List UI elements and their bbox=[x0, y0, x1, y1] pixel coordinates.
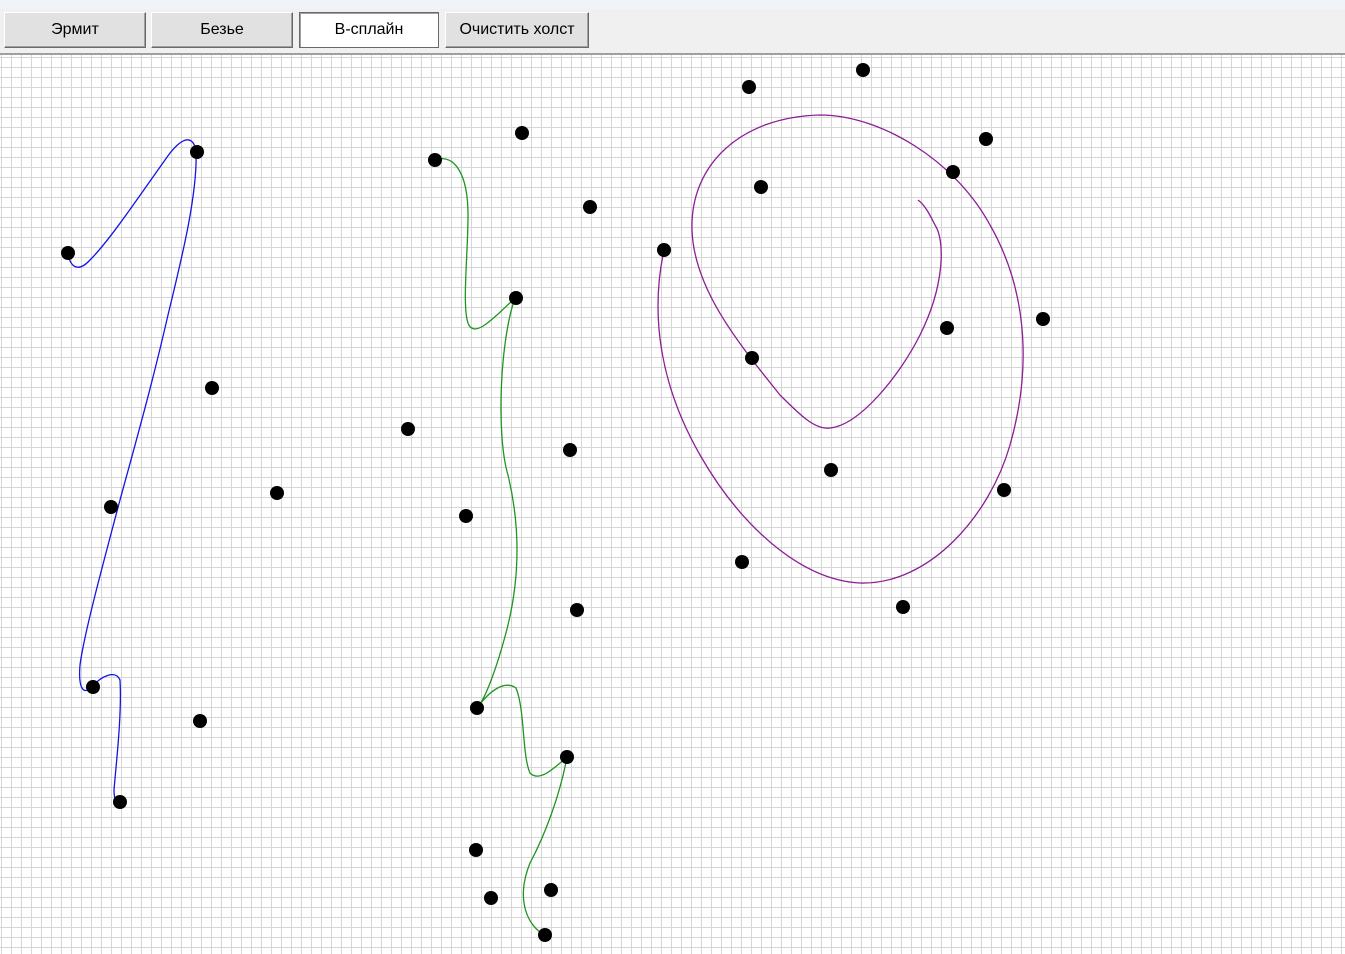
bspline-group bbox=[657, 63, 1050, 614]
control-point[interactable] bbox=[459, 509, 473, 523]
control-point[interactable] bbox=[104, 500, 118, 514]
control-point[interactable] bbox=[61, 246, 75, 260]
bspline-button[interactable]: B-сплайн bbox=[299, 12, 439, 48]
control-point[interactable] bbox=[979, 132, 993, 146]
clear-canvas-button[interactable]: Очистить холст bbox=[445, 12, 589, 48]
bezier-button[interactable]: Безье bbox=[151, 12, 293, 48]
control-point[interactable] bbox=[742, 80, 756, 94]
bezier-control-points bbox=[401, 126, 597, 942]
control-point[interactable] bbox=[190, 145, 204, 159]
control-point[interactable] bbox=[401, 422, 415, 436]
control-point[interactable] bbox=[583, 200, 597, 214]
control-point[interactable] bbox=[86, 680, 100, 694]
control-point[interactable] bbox=[745, 351, 759, 365]
hermite-curve bbox=[67, 139, 197, 805]
control-point[interactable] bbox=[896, 600, 910, 614]
control-point[interactable] bbox=[946, 165, 960, 179]
control-point[interactable] bbox=[509, 291, 523, 305]
control-point[interactable] bbox=[754, 180, 768, 194]
control-point[interactable] bbox=[560, 750, 574, 764]
bezier-curve-group bbox=[401, 126, 597, 942]
control-point[interactable] bbox=[469, 843, 483, 857]
control-point[interactable] bbox=[856, 63, 870, 77]
control-point[interactable] bbox=[735, 555, 749, 569]
window-top-strip bbox=[0, 0, 1345, 9]
bspline-curve bbox=[657, 114, 1024, 584]
drawing-surface[interactable] bbox=[0, 55, 1345, 954]
control-point[interactable] bbox=[657, 243, 671, 257]
hermite-button[interactable]: Эрмит bbox=[4, 12, 146, 48]
control-point[interactable] bbox=[544, 883, 558, 897]
control-point[interactable] bbox=[270, 486, 284, 500]
control-point[interactable] bbox=[997, 483, 1011, 497]
hermite-spline bbox=[61, 139, 284, 809]
control-point[interactable] bbox=[515, 126, 529, 140]
bezier-curve bbox=[434, 158, 568, 936]
app-window: Эрмит Безье B-сплайн Очистить холст bbox=[0, 0, 1345, 954]
control-point[interactable] bbox=[940, 321, 954, 335]
control-point[interactable] bbox=[570, 603, 584, 617]
hermite-control-points bbox=[61, 145, 284, 809]
control-point[interactable] bbox=[1036, 312, 1050, 326]
control-point[interactable] bbox=[484, 891, 498, 905]
control-point[interactable] bbox=[428, 153, 442, 167]
bspline-control-points bbox=[657, 63, 1050, 614]
control-point[interactable] bbox=[470, 701, 484, 715]
control-point[interactable] bbox=[205, 381, 219, 395]
control-point[interactable] bbox=[113, 795, 127, 809]
control-point[interactable] bbox=[193, 714, 207, 728]
control-point[interactable] bbox=[824, 463, 838, 477]
drawing-canvas[interactable] bbox=[0, 55, 1345, 954]
control-point[interactable] bbox=[563, 443, 577, 457]
control-point[interactable] bbox=[538, 928, 552, 942]
